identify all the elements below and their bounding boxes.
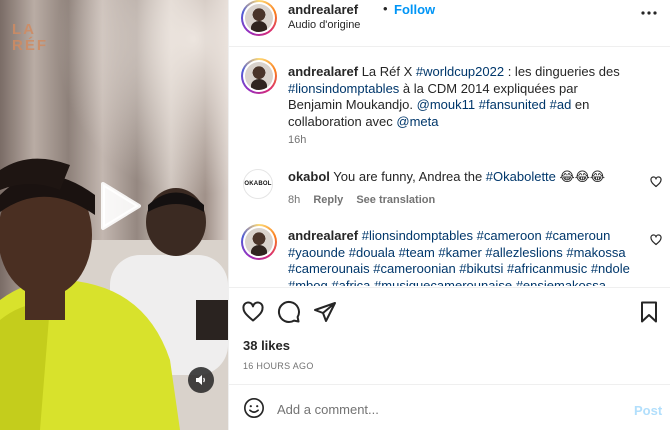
hashtag-link[interactable]: #makossa: [566, 245, 625, 260]
hashtag-link[interactable]: #kamer: [438, 245, 481, 260]
comment-like-heart-icon[interactable]: [650, 176, 662, 188]
hashtag-link[interactable]: #fansunited: [479, 97, 546, 112]
hashtag-link[interactable]: #Okabolette: [486, 169, 556, 184]
post-timestamp: 16 HOURS AGO: [243, 361, 314, 371]
hashtag-link[interactable]: #ad: [550, 97, 572, 112]
hashtag-link[interactable]: #musiquecamerounaise: [374, 278, 512, 287]
text-segment: : les dingueries des: [504, 64, 620, 79]
caption-time: 16h: [288, 134, 307, 146]
speaker-icon: [196, 375, 205, 385]
hashtag-link[interactable]: #douala: [349, 245, 395, 260]
audio-link[interactable]: Audio d'origine: [288, 19, 360, 31]
comment-meta: 8h Reply See translation: [288, 194, 445, 206]
action-bar: [229, 296, 670, 328]
brand-logo: LA RÉF: [12, 22, 48, 54]
hashtag-link[interactable]: #ndole: [591, 261, 630, 276]
add-comment-bar: Post: [229, 385, 670, 430]
text-segment: La Réf X: [358, 64, 416, 79]
hashtag-link[interactable]: #allezleslions: [485, 245, 562, 260]
hashtag-link[interactable]: #bikutsi: [459, 261, 503, 276]
hashtag-link[interactable]: #camerounais: [288, 261, 370, 276]
comment-time: 8h: [288, 194, 301, 206]
text-segment: You are funny, Andrea the: [329, 169, 486, 184]
comment-body: You are funny, Andrea the #Okabolette 😂😂…: [330, 169, 605, 184]
separator-dot: •: [383, 1, 388, 16]
caption-meta: 16h: [288, 134, 316, 146]
hashtag-link[interactable]: #ensiemakossa: [516, 278, 606, 287]
comment-icon[interactable]: [277, 300, 301, 324]
author-username[interactable]: andrealaref: [288, 2, 358, 17]
hashtag-link[interactable]: #team: [399, 245, 435, 260]
reply-button[interactable]: Reply: [313, 194, 343, 206]
bookmark-icon[interactable]: [637, 300, 661, 324]
hashtag-link[interactable]: #worldcup2022: [416, 64, 504, 79]
author-avatar[interactable]: [241, 0, 277, 36]
likes-count[interactable]: 38 likes: [243, 338, 290, 353]
hashtag-link[interactable]: #africa: [331, 278, 370, 287]
reel-video[interactable]: LA RÉF: [0, 0, 228, 430]
emoji-icon[interactable]: [243, 397, 265, 419]
comment-text: okabol You are funny, Andrea the #Okabol…: [288, 169, 633, 186]
hashtag-link[interactable]: #lionsindomptables: [288, 81, 399, 96]
post-comment-button[interactable]: Post: [634, 403, 662, 418]
hashtag-link[interactable]: #cameroonian: [373, 261, 455, 276]
text-segment: 😂😂😂: [555, 169, 606, 184]
comment2-text: andrealaref #lionsindomptables #cameroon…: [288, 228, 633, 286]
comment-input[interactable]: [277, 399, 607, 419]
comment2-username[interactable]: andrealaref: [288, 228, 358, 243]
share-icon[interactable]: [313, 300, 337, 324]
heart-icon[interactable]: [241, 300, 265, 324]
caption-text: andrealaref La Réf X #worldcup2022 : les…: [288, 64, 633, 130]
play-icon[interactable]: [87, 176, 147, 236]
follow-button[interactable]: Follow: [394, 2, 435, 17]
commenter-avatar[interactable]: OKABOL: [243, 169, 273, 199]
hashtag-link[interactable]: @meta: [396, 114, 438, 129]
hashtag-link[interactable]: #lionsindomptables: [362, 228, 473, 243]
post-details-panel: andrealaref • Follow Audio d'origine and…: [228, 0, 670, 430]
comment2-author-avatar[interactable]: [241, 224, 277, 260]
comment2-like-heart-icon[interactable]: [650, 234, 662, 246]
comment-username[interactable]: okabol: [288, 169, 330, 184]
see-translation-button[interactable]: See translation: [356, 194, 435, 206]
more-horizontal-icon[interactable]: [639, 6, 659, 20]
mute-button[interactable]: [188, 367, 214, 393]
hashtag-link[interactable]: #cameroon: [477, 228, 542, 243]
divider: [229, 287, 670, 288]
logo-line-1: LA: [12, 21, 36, 38]
post-header: andrealaref • Follow Audio d'origine: [229, 0, 670, 47]
caption-author-avatar[interactable]: [241, 58, 277, 94]
hashtag-link[interactable]: #africanmusic: [507, 261, 587, 276]
hashtag-link[interactable]: #cameroun: [545, 228, 610, 243]
okabol-logo-text: OKABOL: [244, 181, 272, 187]
hashtag-link[interactable]: @mouk11: [417, 97, 475, 112]
caption-username[interactable]: andrealaref: [288, 64, 358, 79]
comments-list[interactable]: andrealaref La Réf X #worldcup2022 : les…: [229, 48, 670, 286]
logo-line-2: RÉF: [12, 37, 48, 54]
hashtag-link[interactable]: #mbog: [288, 278, 328, 287]
hashtag-link[interactable]: #yaounde: [288, 245, 345, 260]
